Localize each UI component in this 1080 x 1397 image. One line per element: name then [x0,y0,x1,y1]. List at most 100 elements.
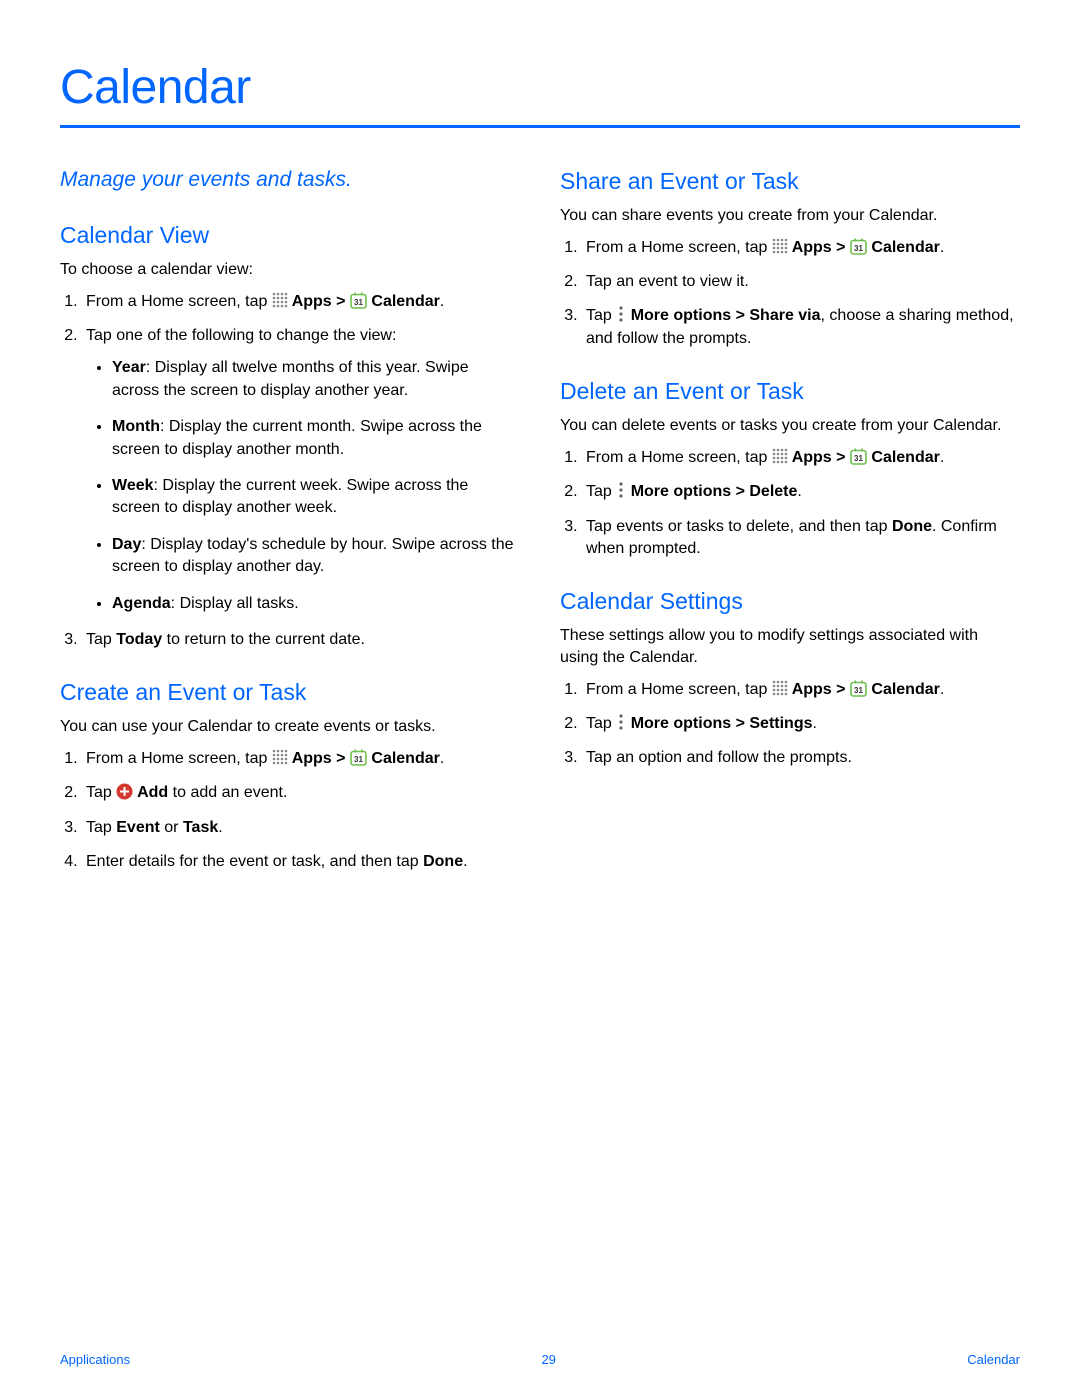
text: From a Home screen, tap [586,239,772,256]
text: Tap an option and follow the prompts. [586,749,852,766]
text: Tap events or tasks to delete, and then … [586,518,892,535]
text: Tap [586,307,616,324]
label: Done [892,518,932,535]
bullet: Month: Display the current month. Swipe … [112,416,520,461]
calendar-icon [350,749,367,766]
text: to return to the current date. [162,631,365,648]
intro-text: Manage your events and tasks. [60,168,520,192]
create-event-steps: From a Home screen, tap Apps > Calendar.… [60,748,520,874]
calendar-icon [350,292,367,309]
left-column: Manage your events and tasks. Calendar V… [60,168,520,885]
apps-icon [272,749,288,765]
label: Agenda [112,595,171,612]
text: From a Home screen, tap [86,293,272,310]
label: More options > Delete [626,483,797,500]
bullet: Year: Display all twelve months of this … [112,357,520,402]
heading-calendar-settings: Calendar Settings [560,588,1020,615]
text: . [940,239,944,256]
label: Year [112,359,146,376]
label: Calendar [867,681,940,698]
text: Tap [586,483,616,500]
calendar-icon [850,238,867,255]
step: Enter details for the event or task, and… [82,851,520,873]
text: . [440,750,444,767]
text: Tap [586,715,616,732]
footer-right: Calendar [967,1352,1020,1367]
text: . [812,715,816,732]
label: Calendar [367,750,440,767]
step: Tap Add to add an event. [82,782,520,804]
label: Month [112,418,160,435]
apps-icon [772,680,788,696]
two-column-layout: Manage your events and tasks. Calendar V… [60,168,1020,885]
calendar-settings-intro: These settings allow you to modify setti… [560,625,1020,668]
heading-calendar-view: Calendar View [60,222,520,249]
text: : Display all tasks. [171,595,299,612]
text: . [218,819,222,836]
calendar-view-intro: To choose a calendar view: [60,259,520,281]
step: Tap Today to return to the current date. [82,629,520,651]
label: Apps > [288,750,350,767]
text: Tap [86,631,116,648]
text: : Display today's schedule by hour. Swip… [112,536,514,575]
share-event-steps: From a Home screen, tap Apps > Calendar.… [560,237,1020,351]
text: Tap an event to view it. [586,273,749,290]
calendar-icon [850,448,867,465]
text: : Display the current week. Swipe across… [112,477,468,516]
text: From a Home screen, tap [586,449,772,466]
delete-event-steps: From a Home screen, tap Apps > Calendar.… [560,447,1020,561]
label: Day [112,536,141,553]
step: Tap More options > Share via, choose a s… [582,305,1020,350]
label: Apps > [788,239,850,256]
more-options-icon [618,482,624,498]
text: : Display all twelve months of this year… [112,359,469,398]
heading-create-event: Create an Event or Task [60,679,520,706]
delete-event-intro: You can delete events or tasks you creat… [560,415,1020,437]
calendar-settings-steps: From a Home screen, tap Apps > Calendar.… [560,679,1020,770]
more-options-icon [618,306,624,322]
apps-icon [272,292,288,308]
text: to add an event. [168,784,287,801]
label: Event [116,819,160,836]
more-options-icon [618,714,624,730]
bullet: Week: Display the current week. Swipe ac… [112,475,520,520]
step: From a Home screen, tap Apps > Calendar. [582,679,1020,701]
step: Tap an event to view it. [582,271,1020,293]
page-title: Calendar [60,60,1020,115]
calendar-icon [850,680,867,697]
text: Enter details for the event or task, and… [86,853,423,870]
step: Tap an option and follow the prompts. [582,747,1020,769]
view-options: Year: Display all twelve months of this … [86,357,520,615]
label: Calendar [867,239,940,256]
page-footer: Applications 29 Calendar [60,1352,1020,1367]
label: Calendar [867,449,940,466]
heading-delete-event: Delete an Event or Task [560,378,1020,405]
apps-icon [772,448,788,464]
label: Task [183,819,218,836]
bullet: Day: Display today's schedule by hour. S… [112,534,520,579]
text: From a Home screen, tap [586,681,772,698]
step: Tap events or tasks to delete, and then … [582,516,1020,561]
add-icon [116,783,133,800]
text: Tap [86,784,116,801]
footer-page-number: 29 [541,1352,555,1367]
text: . [440,293,444,310]
text: or [160,819,183,836]
label: Calendar [367,293,440,310]
text: . [940,681,944,698]
label: Done [423,853,463,870]
right-column: Share an Event or Task You can share eve… [560,168,1020,885]
text: : Display the current month. Swipe acros… [112,418,482,457]
step: Tap Event or Task. [82,817,520,839]
step: From a Home screen, tap Apps > Calendar. [82,291,520,313]
text: Tap [86,819,116,836]
bullet: Agenda: Display all tasks. [112,593,520,615]
text: Tap one of the following to change the v… [86,327,396,344]
step: Tap More options > Delete. [582,481,1020,503]
text: . [463,853,467,870]
step: From a Home screen, tap Apps > Calendar. [582,447,1020,469]
apps-icon [772,238,788,254]
label: Today [116,631,162,648]
step: From a Home screen, tap Apps > Calendar. [582,237,1020,259]
text: From a Home screen, tap [86,750,272,767]
